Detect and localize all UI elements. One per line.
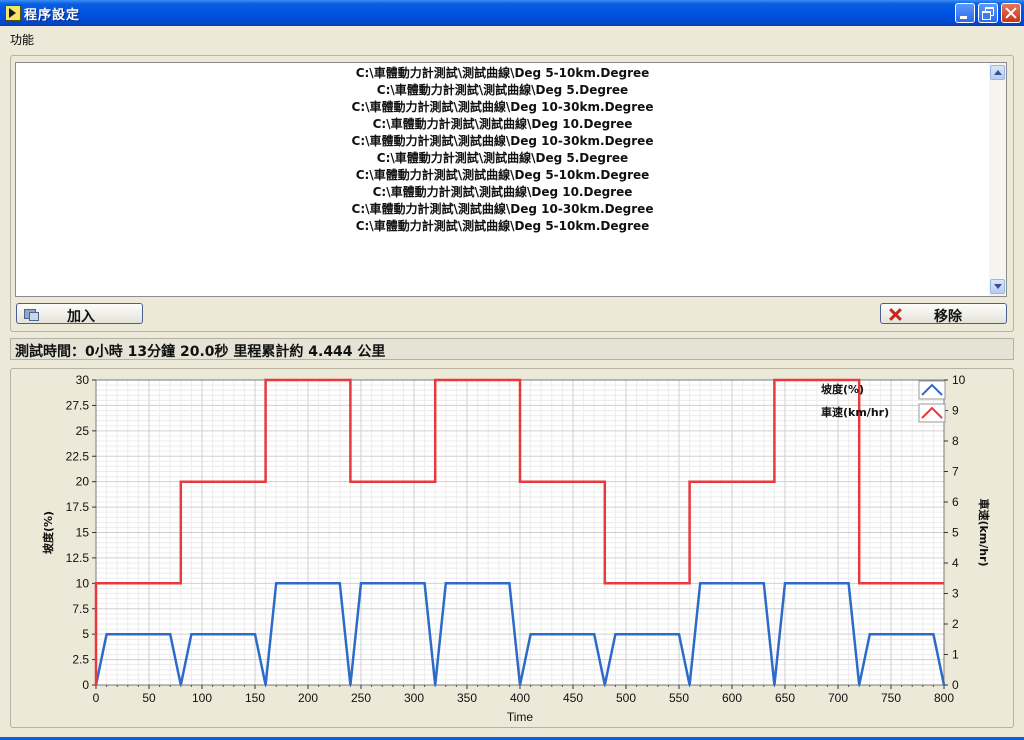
x-tick-label: 100: [192, 691, 212, 705]
y2-tick-label: 7: [952, 465, 959, 479]
x-tick-label: 650: [775, 691, 795, 705]
x-tick-label: 800: [934, 691, 954, 705]
y-tick-label: 27.5: [66, 398, 90, 412]
x-tick-label: 400: [510, 691, 530, 705]
x-tick-label: 750: [881, 691, 901, 705]
x-tick-label: 300: [404, 691, 424, 705]
x-axis-label: Time: [507, 710, 534, 724]
scroll-down-icon[interactable]: [990, 279, 1005, 294]
list-item[interactable]: C:\車體動力計測試\測試曲線\Deg 5-10km.Degree: [16, 65, 989, 82]
x-tick-label: 150: [245, 691, 265, 705]
menu-bar: 功能: [0, 26, 1024, 48]
list-item[interactable]: C:\車體動力計測試\測試曲線\Deg 5.Degree: [16, 150, 989, 167]
y2-tick-label: 4: [952, 556, 959, 570]
list-item[interactable]: C:\車體動力計測試\測試曲線\Deg 10.Degree: [16, 184, 989, 201]
list-item[interactable]: C:\車體動力計測試\測試曲線\Deg 5.Degree: [16, 82, 989, 99]
y-tick-label: 17.5: [66, 500, 90, 514]
y2-tick-label: 5: [952, 526, 959, 540]
y-tick-label: 5: [82, 627, 89, 641]
add-button[interactable]: 加入: [16, 303, 143, 325]
chart: 0 50 100 150 200 250 300 350 400 450 500 550 600 650 7…: [41, 373, 991, 724]
x-tick-label: 600: [722, 691, 742, 705]
list-item[interactable]: C:\車體動力計測試\測試曲線\Deg 5-10km.Degree: [16, 218, 989, 235]
list-item[interactable]: C:\車體動力計測試\測試曲線\Deg 10-30km.Degree: [16, 133, 989, 150]
scroll-up-icon[interactable]: [990, 65, 1005, 80]
y2-axis-label: 車速(km/hr): [977, 498, 991, 566]
y-tick-label: 20: [76, 475, 90, 489]
status-bar: 測試時間：0小時 13分鐘 20.0秒 里程累計約 4.444 公里: [10, 338, 1014, 360]
y2-tick-label: 3: [952, 587, 959, 601]
vertical-scrollbar[interactable]: [989, 63, 1006, 296]
legend-label: 坡度(%): [821, 382, 864, 396]
y-tick-label: 2.5: [72, 653, 89, 667]
add-file-icon: [24, 307, 39, 321]
list-item[interactable]: C:\車體動力計測試\測試曲線\Deg 10-30km.Degree: [16, 99, 989, 116]
y-tick-label: 0: [82, 678, 89, 692]
x-tick-label: 50: [142, 691, 156, 705]
y-tick-label: 15: [76, 526, 90, 540]
y2-tick-label: 1: [952, 648, 959, 662]
x-tick-label: 450: [563, 691, 583, 705]
y-tick-label: 12.5: [66, 551, 90, 565]
y2-tick-label: 6: [952, 495, 959, 509]
list-item[interactable]: C:\車體動力計測試\測試曲線\Deg 10.Degree: [16, 116, 989, 133]
y-axis-label: 坡度(%): [41, 511, 55, 554]
x-tick-label: 550: [669, 691, 689, 705]
title-bar: 程序設定: [0, 0, 1024, 26]
restore-button[interactable]: [978, 3, 998, 23]
legend-label: 車速(km/hr): [821, 405, 889, 419]
y2-tick-label: 10: [952, 373, 966, 387]
y-tick-label: 10: [76, 576, 90, 590]
y-tick-label: 30: [76, 373, 90, 387]
file-list[interactable]: C:\車體動力計測試\測試曲線\Deg 5-10km.Degree C:\車體動…: [15, 62, 1007, 297]
y-tick-label: 25: [76, 424, 90, 438]
close-x-icon: [888, 307, 902, 321]
y-tick-label: 22.5: [66, 449, 90, 463]
menu-item-function[interactable]: 功能: [10, 31, 34, 48]
x-tick-label: 700: [828, 691, 848, 705]
test-summary-text: 測試時間：0小時 13分鐘 20.0秒 里程累計約 4.444 公里: [15, 344, 386, 360]
y2-tick-label: 9: [952, 404, 959, 418]
window-title: 程序設定: [24, 8, 81, 23]
x-tick-label: 0: [93, 691, 100, 705]
x-tick-label: 350: [457, 691, 477, 705]
x-tick-label: 250: [351, 691, 371, 705]
remove-button[interactable]: 移除: [880, 303, 1007, 325]
list-item[interactable]: C:\車體動力計測試\測試曲線\Deg 10-30km.Degree: [16, 201, 989, 218]
y2-tick-label: 8: [952, 434, 959, 448]
add-button-label: 加入: [67, 309, 95, 325]
x-tick-label: 200: [298, 691, 318, 705]
close-button[interactable]: [1001, 3, 1021, 23]
chart-panel: 0 50 100 150 200 250 300 350 400 450 500 550 600 650 7…: [10, 368, 1014, 728]
minimize-button[interactable]: [955, 3, 975, 23]
y2-tick-label: 0: [952, 678, 959, 692]
list-item[interactable]: C:\車體動力計測試\測試曲線\Deg 5-10km.Degree: [16, 167, 989, 184]
y-tick-label: 7.5: [72, 602, 89, 616]
file-list-items: C:\車體動力計測試\測試曲線\Deg 5-10km.Degree C:\車體動…: [16, 65, 989, 235]
app-icon: [5, 5, 21, 21]
x-tick-label: 500: [616, 691, 636, 705]
y2-tick-label: 2: [952, 617, 959, 631]
remove-button-label: 移除: [934, 309, 962, 325]
